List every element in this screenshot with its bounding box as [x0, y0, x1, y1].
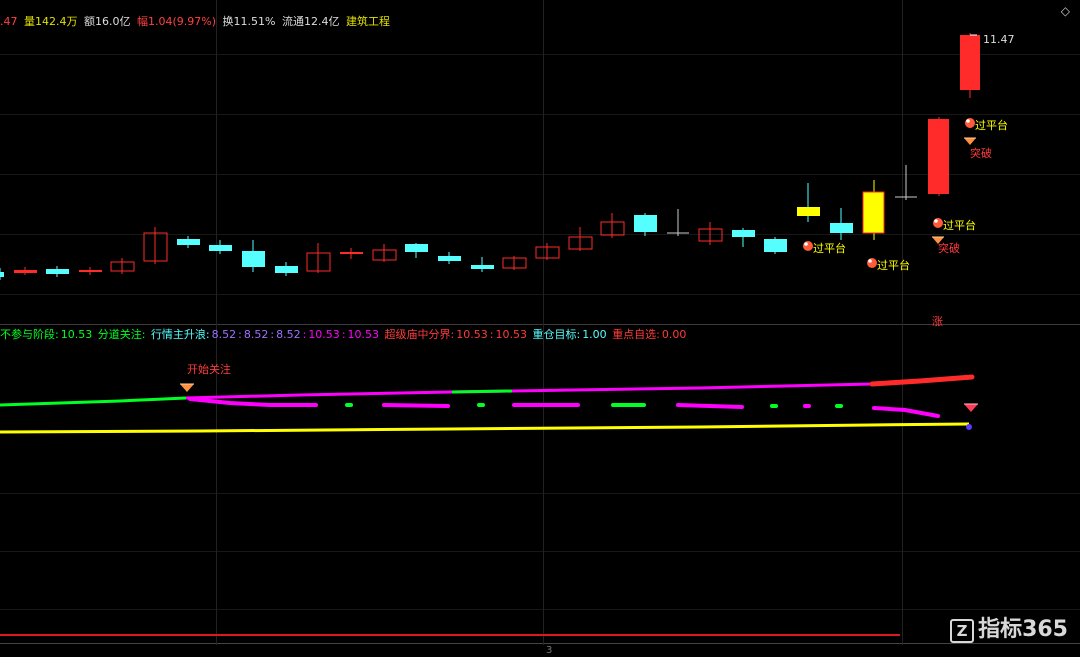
candle [502, 256, 527, 270]
diamond-icon [180, 383, 194, 392]
signal-text: 突破 [938, 242, 960, 255]
yellow-line [0, 422, 970, 434]
signal-text: 过平台 [877, 259, 910, 272]
annotation-label: 开始关注 [187, 363, 231, 376]
candle [340, 248, 363, 259]
candle [438, 252, 461, 264]
watermark-logo-icon: Z [950, 619, 975, 643]
indicator-e-label: 超级庙中分界: [384, 328, 455, 341]
signal-ball-icon [867, 258, 877, 268]
candle [895, 165, 917, 200]
indicator-e-sep: : [489, 328, 494, 341]
candle [862, 180, 885, 240]
green-segment [451, 389, 513, 394]
high-price-label: 11.47 [983, 33, 1015, 46]
diamond-icon [964, 137, 976, 145]
indicator-g-value: 0.00 [661, 328, 687, 341]
watermark: Z 指标365 [950, 611, 1068, 643]
indicator-d-sep: : [341, 328, 346, 341]
indicator-c-value: 8.52 [276, 328, 301, 341]
candle [698, 222, 723, 245]
indicator-c-value: 8.52 [211, 328, 237, 341]
diamond-icon [964, 403, 978, 412]
candle [634, 213, 657, 236]
candle [667, 209, 689, 236]
magenta-line [185, 382, 873, 400]
signal-ball-icon [933, 218, 943, 228]
candle [110, 258, 135, 274]
indicator-d-value: 10.53 [347, 328, 380, 341]
indicator-c-sep: : [270, 328, 275, 341]
signal-text: 过平台 [975, 119, 1008, 132]
indicator-d-value: 10.53 [308, 328, 340, 341]
indicator-f-value: 1.00 [582, 328, 607, 341]
watermark-text: 指标365 [978, 617, 1068, 642]
indicator-c-label: 行情主升浪: [150, 328, 210, 341]
signal-text: 突破 [970, 147, 992, 160]
dash-segment [382, 403, 450, 408]
candle [960, 33, 980, 98]
indicator-a-label: 不参与阶段: [0, 328, 59, 341]
signal-text: 过平台 [943, 219, 976, 232]
indicator-b-label: 分道关注: [97, 328, 146, 341]
indicator-a-value: 10.53 [60, 328, 93, 341]
candle [0, 268, 4, 280]
candle [79, 267, 102, 275]
indicator-c-sep: : [238, 328, 242, 341]
red-line [869, 374, 975, 387]
indicator-c-value: 8.52 [243, 328, 269, 341]
candle [568, 227, 593, 251]
indicator-legend: 不参与阶段: 10.53 分道关注: 行情主升浪: 8.52:8.52:8.52:1… [0, 326, 688, 342]
zhang-label: 涨 [932, 315, 943, 328]
candle [600, 213, 625, 238]
indicator-g-label: 重点自选: [612, 328, 660, 341]
dash-segment [188, 397, 318, 407]
candle [275, 262, 298, 276]
candle [372, 244, 397, 262]
candle [732, 228, 755, 247]
signal-text: 过平台 [813, 242, 846, 255]
indicator-e-value: 10.53 [456, 328, 488, 341]
candle [209, 240, 232, 254]
candle [306, 243, 331, 273]
candle [242, 240, 265, 272]
indicator-f-label: 重仓目标: [532, 328, 581, 341]
dot-marker [966, 424, 972, 430]
candle [143, 227, 168, 264]
candle [928, 117, 949, 196]
bottom-tick: 3 [546, 645, 553, 656]
indicator-e-value: 10.53 [495, 328, 527, 341]
candle [471, 257, 494, 272]
candle [14, 267, 37, 275]
signal-ball-icon [965, 118, 975, 128]
dash-segment [872, 406, 940, 418]
candle [764, 237, 787, 254]
signal-ball-icon [803, 241, 813, 251]
dash-segment [676, 403, 744, 409]
candle [177, 236, 200, 248]
indicator-d-sep: : [302, 328, 307, 341]
candle [535, 243, 560, 260]
candle [797, 183, 820, 222]
candle [830, 208, 853, 240]
candle [46, 266, 69, 277]
green-line [0, 396, 187, 407]
candle [405, 243, 428, 258]
